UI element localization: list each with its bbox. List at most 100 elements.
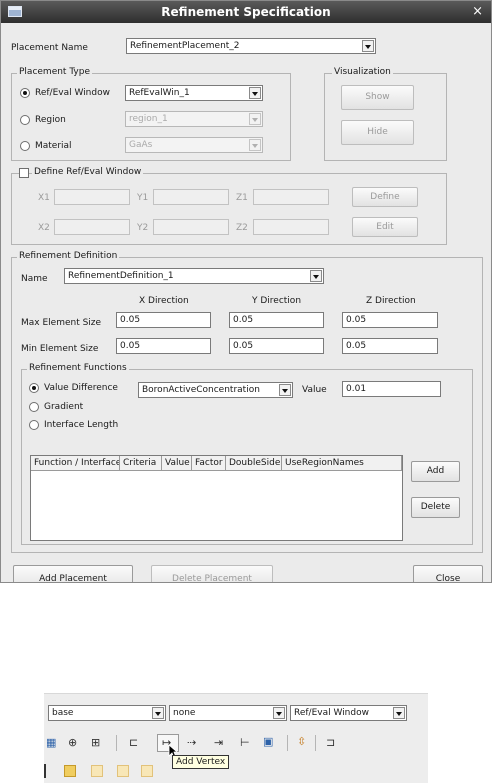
min-z-input[interactable]: 0.05 — [342, 338, 438, 354]
layer-pale-icon[interactable] — [91, 765, 103, 777]
y1-label: Y1 — [137, 193, 149, 203]
add-function-button[interactable]: Add — [411, 461, 460, 482]
toolbar-combo-base-value: base — [52, 708, 74, 718]
material-value: GaAs — [129, 140, 153, 150]
image-icon[interactable]: ▣ — [263, 736, 273, 748]
y1-input[interactable] — [153, 189, 229, 205]
toolbar-separator — [116, 735, 117, 751]
col-doubleside[interactable]: DoubleSide — [226, 456, 282, 471]
stretch-icon[interactable]: ⊢ — [240, 737, 250, 749]
material-label: Material — [35, 141, 72, 151]
chevron-down-icon[interactable] — [249, 87, 261, 99]
min-x-input[interactable]: 0.05 — [116, 338, 211, 354]
chevron-down-icon[interactable] — [279, 384, 291, 396]
ref-eval-combo[interactable]: RefEvalWin_1 — [125, 85, 263, 101]
refinement-dialog: Refinement Specification × Placement Nam… — [0, 0, 492, 583]
add-placement-button[interactable]: Add Placement — [13, 565, 133, 582]
region-label: Region — [35, 115, 66, 125]
toolbar-separator — [287, 735, 288, 751]
grid-icon[interactable]: ▦ — [46, 737, 56, 749]
quantity-combo[interactable]: BoronActiveConcentration — [138, 382, 293, 398]
chevron-down-icon[interactable] — [362, 40, 374, 52]
toolbar-combo-base[interactable]: base — [48, 705, 166, 721]
col-value[interactable]: Value — [162, 456, 192, 471]
z2-input[interactable] — [253, 219, 329, 235]
title-bar: Refinement Specification × — [1, 1, 491, 23]
z2-label: Z2 — [236, 223, 248, 233]
chevron-down-icon[interactable] — [249, 113, 261, 125]
layer-icon[interactable]: ⇳ — [297, 736, 306, 748]
ruler-icon[interactable]: ⊞ — [91, 737, 100, 749]
hide-button[interactable]: Hide — [341, 120, 414, 145]
max-element-size-label: Max Element Size — [21, 318, 102, 328]
x2-input[interactable] — [54, 219, 130, 235]
refinement-definition-label: Refinement Definition — [17, 251, 120, 262]
z1-label: Z1 — [236, 193, 248, 203]
chevron-down-icon[interactable] — [393, 707, 405, 719]
region-combo[interactable]: region_1 — [125, 111, 263, 127]
show-button[interactable]: Show — [341, 85, 414, 110]
interface-length-radio[interactable] — [29, 420, 39, 430]
move-edge-icon[interactable]: ⊏ — [129, 737, 138, 749]
chevron-down-icon[interactable] — [152, 707, 164, 719]
value-input[interactable]: 0.01 — [342, 381, 441, 397]
col-useregionnames[interactable]: UseRegionNames — [282, 456, 402, 471]
gradient-radio[interactable] — [29, 402, 39, 412]
col-function-interface[interactable]: Function / Interface — [31, 456, 120, 471]
close-button[interactable]: Close — [413, 565, 483, 582]
region-radio[interactable] — [20, 115, 30, 125]
material-radio[interactable] — [20, 141, 30, 151]
mirror-icon[interactable]: ⊐ — [326, 737, 335, 749]
delete-placement-button[interactable]: Delete Placement — [151, 565, 273, 582]
functions-table[interactable]: Function / Interface Criteria Value Fact… — [30, 455, 403, 541]
row-edge — [44, 764, 46, 778]
chevron-down-icon[interactable] — [273, 707, 285, 719]
x2-label: X2 — [38, 223, 50, 233]
definition-name-combo[interactable]: RefinementDefinition_1 — [64, 268, 324, 284]
value-difference-label: Value Difference — [44, 383, 118, 393]
globe-icon[interactable]: ⊕ — [68, 737, 77, 749]
placement-name-label: Placement Name — [11, 43, 88, 53]
define-button[interactable]: Define — [352, 187, 418, 207]
y-direction-header: Y Direction — [252, 296, 302, 306]
toolbar-combo-none-value: none — [173, 708, 196, 718]
y2-input[interactable] — [153, 219, 229, 235]
min-y-input[interactable]: 0.05 — [229, 338, 324, 354]
ref-eval-radio[interactable] — [20, 88, 30, 98]
z-direction-header: Z Direction — [366, 296, 416, 306]
z1-input[interactable] — [253, 189, 329, 205]
gradient-label: Gradient — [44, 402, 84, 412]
layer-pale-icon[interactable] — [117, 765, 129, 777]
layer-pale-icon[interactable] — [141, 765, 153, 777]
visualization-label: Visualization — [332, 67, 393, 78]
refinement-functions-label: Refinement Functions — [27, 363, 129, 374]
material-combo[interactable]: GaAs — [125, 137, 263, 153]
value-difference-radio[interactable] — [29, 383, 39, 393]
x1-input[interactable] — [54, 189, 130, 205]
close-icon[interactable]: × — [472, 4, 483, 19]
region-value: region_1 — [129, 114, 168, 124]
col-factor[interactable]: Factor — [192, 456, 226, 471]
toolbar-combo-none[interactable]: none — [169, 705, 287, 721]
quantity-value: BoronActiveConcentration — [142, 385, 260, 395]
placement-name-combo[interactable]: RefinementPlacement_2 — [126, 38, 376, 54]
ref-eval-label: Ref/Eval Window — [35, 88, 110, 98]
delete-function-button[interactable]: Delete — [411, 497, 460, 518]
toolbar-combo-window[interactable]: Ref/Eval Window — [290, 705, 407, 721]
chevron-down-icon[interactable] — [249, 139, 261, 151]
split-icon[interactable]: ⇥ — [214, 737, 223, 749]
add-vertex-tooltip: Add Vertex — [172, 755, 230, 769]
move-vertex-icon[interactable]: ⇢ — [187, 737, 196, 749]
layer-yellow-icon[interactable] — [64, 765, 76, 777]
placement-type-label: Placement Type — [17, 67, 92, 78]
toolbar-crop: base none Ref/Eval Window ▦ ⊕ ⊞ ⊏ ↦ ⇢ ⇥ … — [44, 693, 428, 783]
x1-label: X1 — [38, 193, 50, 203]
define-window-checkbox[interactable] — [19, 168, 29, 178]
max-x-input[interactable]: 0.05 — [116, 312, 211, 328]
chevron-down-icon[interactable] — [310, 270, 322, 282]
max-z-input[interactable]: 0.05 — [342, 312, 438, 328]
col-criteria[interactable]: Criteria — [120, 456, 162, 471]
edit-button[interactable]: Edit — [352, 217, 418, 237]
max-y-input[interactable]: 0.05 — [229, 312, 324, 328]
ref-eval-value: RefEvalWin_1 — [129, 88, 190, 98]
